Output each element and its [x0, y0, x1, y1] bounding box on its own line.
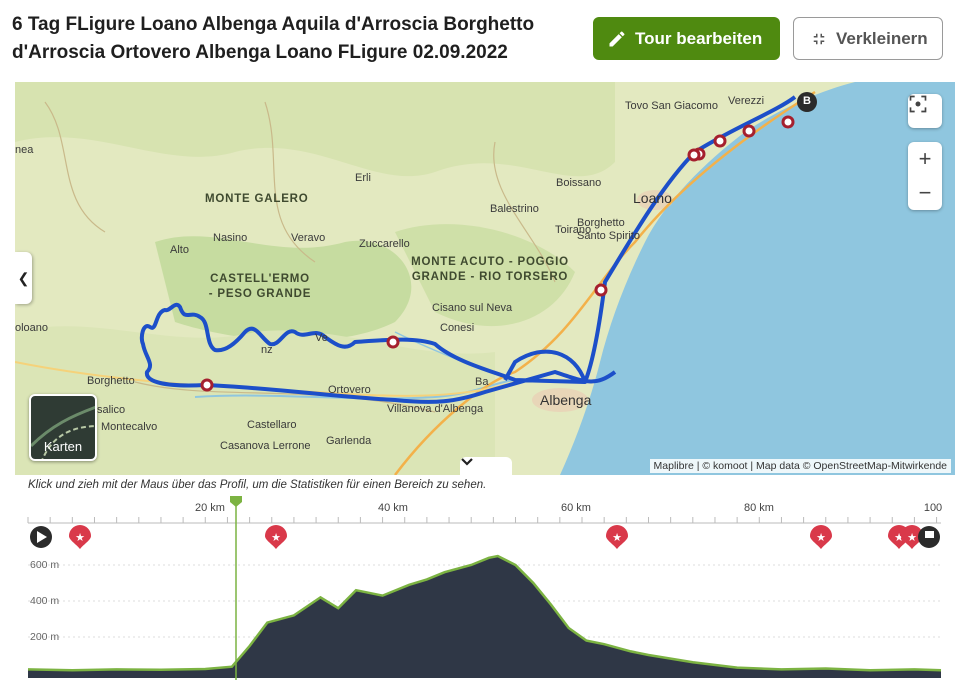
elevation-area — [28, 556, 941, 678]
profile-cursor-handle[interactable] — [230, 496, 242, 507]
altitude-label: 400 m — [30, 595, 60, 607]
altitude-label: 200 m — [30, 631, 60, 643]
tour-page: 6 Tag FLigure Loano Albenga Aquila d'Arr… — [0, 0, 955, 700]
km-tick-label: 80 km — [744, 502, 774, 514]
km-tick-label: 40 km — [378, 502, 408, 514]
altitude-label: 600 m — [30, 559, 60, 571]
star-icon: ★ — [75, 531, 85, 544]
star-icon: ★ — [271, 531, 281, 544]
elevation-profile[interactable]: ★ ★ ★ ★ ★ ★ — [0, 0, 955, 700]
km-tick-label: 100 — [923, 502, 943, 514]
star-icon: ★ — [612, 531, 622, 544]
km-tick-label: 60 km — [561, 502, 591, 514]
star-icon: ★ — [816, 531, 826, 544]
flag-shape — [925, 531, 934, 538]
km-tick-label: 20 km — [195, 502, 225, 514]
star-icon: ★ — [907, 531, 917, 544]
